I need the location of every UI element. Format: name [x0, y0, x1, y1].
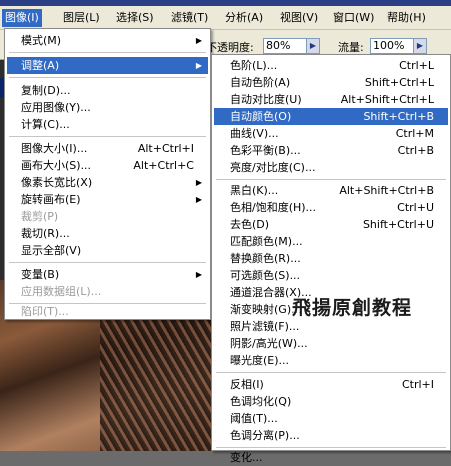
- menu-item-replace-color[interactable]: 替换颜色(R)...: [214, 250, 448, 267]
- menu-item-auto-levels[interactable]: 自动色阶(A) Shift+Ctrl+L: [214, 74, 448, 91]
- opacity-label: 不透明度:: [206, 41, 254, 54]
- opacity-dropdown-icon[interactable]: ▶: [306, 38, 320, 54]
- flow-dropdown-icon[interactable]: ▶: [413, 38, 427, 54]
- menu-item-desaturate[interactable]: 去色(D) Shift+Ctrl+U: [214, 216, 448, 233]
- menu-item-hue-saturation[interactable]: 色相/饱和度(H)... Ctrl+U: [214, 199, 448, 216]
- menu-item-mode[interactable]: 模式(M) ▶: [7, 32, 208, 49]
- watermark-text: 飛揚原創教程: [292, 297, 413, 319]
- menu-item-pixel-aspect[interactable]: 像素长宽比(X) ▶: [7, 174, 208, 191]
- adjustments-submenu: 色阶(L)... Ctrl+L 自动色阶(A) Shift+Ctrl+L 自动对比度…: [211, 54, 451, 464]
- flow-label: 流量:: [338, 41, 364, 54]
- menu-item-curves[interactable]: 曲线(V)... Ctrl+M: [214, 125, 448, 142]
- menu-view[interactable]: 视图(V): [277, 9, 321, 27]
- menu-item-posterize[interactable]: 色调分离(P)...: [214, 427, 448, 444]
- menu-item-levels[interactable]: 色阶(L)... Ctrl+L: [214, 57, 448, 74]
- menu-item-threshold[interactable]: 阈值(T)...: [214, 410, 448, 427]
- menu-filter[interactable]: 滤镜(T): [168, 9, 211, 27]
- menu-item-equalize[interactable]: 色调均化(Q): [214, 393, 448, 410]
- menu-item-adjust[interactable]: 调整(A) ▶: [7, 57, 208, 74]
- menu-item-duplicate[interactable]: 复制(D)...: [7, 82, 208, 99]
- menu-item-photo-filter[interactable]: 照片滤镜(F)...: [214, 318, 448, 335]
- menu-item-rotate-canvas[interactable]: 旋转画布(E) ▶: [7, 191, 208, 208]
- menu-layer[interactable]: 图层(L): [60, 9, 103, 27]
- menu-help[interactable]: 帮助(H): [384, 9, 429, 27]
- menu-item-apply-image[interactable]: 应用图像(Y)...: [7, 99, 208, 116]
- menu-select[interactable]: 选择(S): [113, 9, 157, 27]
- flow-field[interactable]: 100%: [370, 38, 414, 54]
- menu-item-canvas-size[interactable]: 画布大小(S)... Alt+Ctrl+C: [7, 157, 208, 174]
- opacity-field[interactable]: 80%: [263, 38, 307, 54]
- menu-item-selective-color[interactable]: 可选颜色(S)...: [214, 267, 448, 284]
- photo-hair-detail: [100, 320, 215, 451]
- menu-item-variables[interactable]: 变量(B) ▶: [7, 266, 208, 283]
- menu-item-trim[interactable]: 裁切(R)...: [7, 225, 208, 242]
- menu-analysis[interactable]: 分析(A): [222, 9, 266, 27]
- submenu-arrow-icon: ▶: [195, 36, 202, 45]
- menu-item-auto-color[interactable]: 自动颜色(O) Shift+Ctrl+B: [214, 108, 448, 125]
- image-menu: 模式(M) ▶ 调整(A) ▶ 复制(D)... 应用图像(Y)... 计算(C).…: [4, 28, 211, 320]
- menu-item-trap: 陷印(T)...: [21, 305, 69, 318]
- menu-item-exposure[interactable]: 曝光度(E)...: [214, 352, 448, 369]
- menu-item-brightness-contrast[interactable]: 亮度/对比度(C)...: [214, 159, 448, 176]
- menu-item-invert[interactable]: 反相(I) Ctrl+I: [214, 376, 448, 393]
- menu-item-apply-data-set: 应用数据组(L)...: [21, 285, 102, 298]
- menu-item-black-white[interactable]: 黑白(K)... Alt+Shift+Ctrl+B: [214, 182, 448, 199]
- menu-window[interactable]: 窗口(W): [330, 9, 377, 27]
- menu-item-reveal-all[interactable]: 显示全部(V): [7, 242, 208, 259]
- menu-item-image-size[interactable]: 图像大小(I)... Alt+Ctrl+I: [7, 140, 208, 157]
- menu-image[interactable]: 图像(I): [2, 9, 42, 27]
- menu-item-match-color[interactable]: 匹配颜色(M)...: [214, 233, 448, 250]
- menu-item-shadow-highlight[interactable]: 阴影/高光(W)...: [214, 335, 448, 352]
- submenu-arrow-icon: ▶: [195, 178, 202, 187]
- submenu-arrow-icon: ▶: [195, 270, 202, 279]
- menu-item-auto-contrast[interactable]: 自动对比度(U) Alt+Shift+Ctrl+L: [214, 91, 448, 108]
- submenu-arrow-icon: ▶: [195, 195, 202, 204]
- menu-bar: 图像(I) 图层(L) 选择(S) 滤镜(T) 分析(A) 视图(V) 窗口(W…: [0, 6, 451, 30]
- menu-item-crop: 裁剪(P): [21, 210, 59, 223]
- menu-item-variations[interactable]: 变化...: [214, 449, 448, 466]
- menu-item-calculations[interactable]: 计算(C)...: [7, 116, 208, 133]
- submenu-arrow-icon: ▶: [195, 61, 202, 70]
- menu-item-color-balance[interactable]: 色彩平衡(B)... Ctrl+B: [214, 142, 448, 159]
